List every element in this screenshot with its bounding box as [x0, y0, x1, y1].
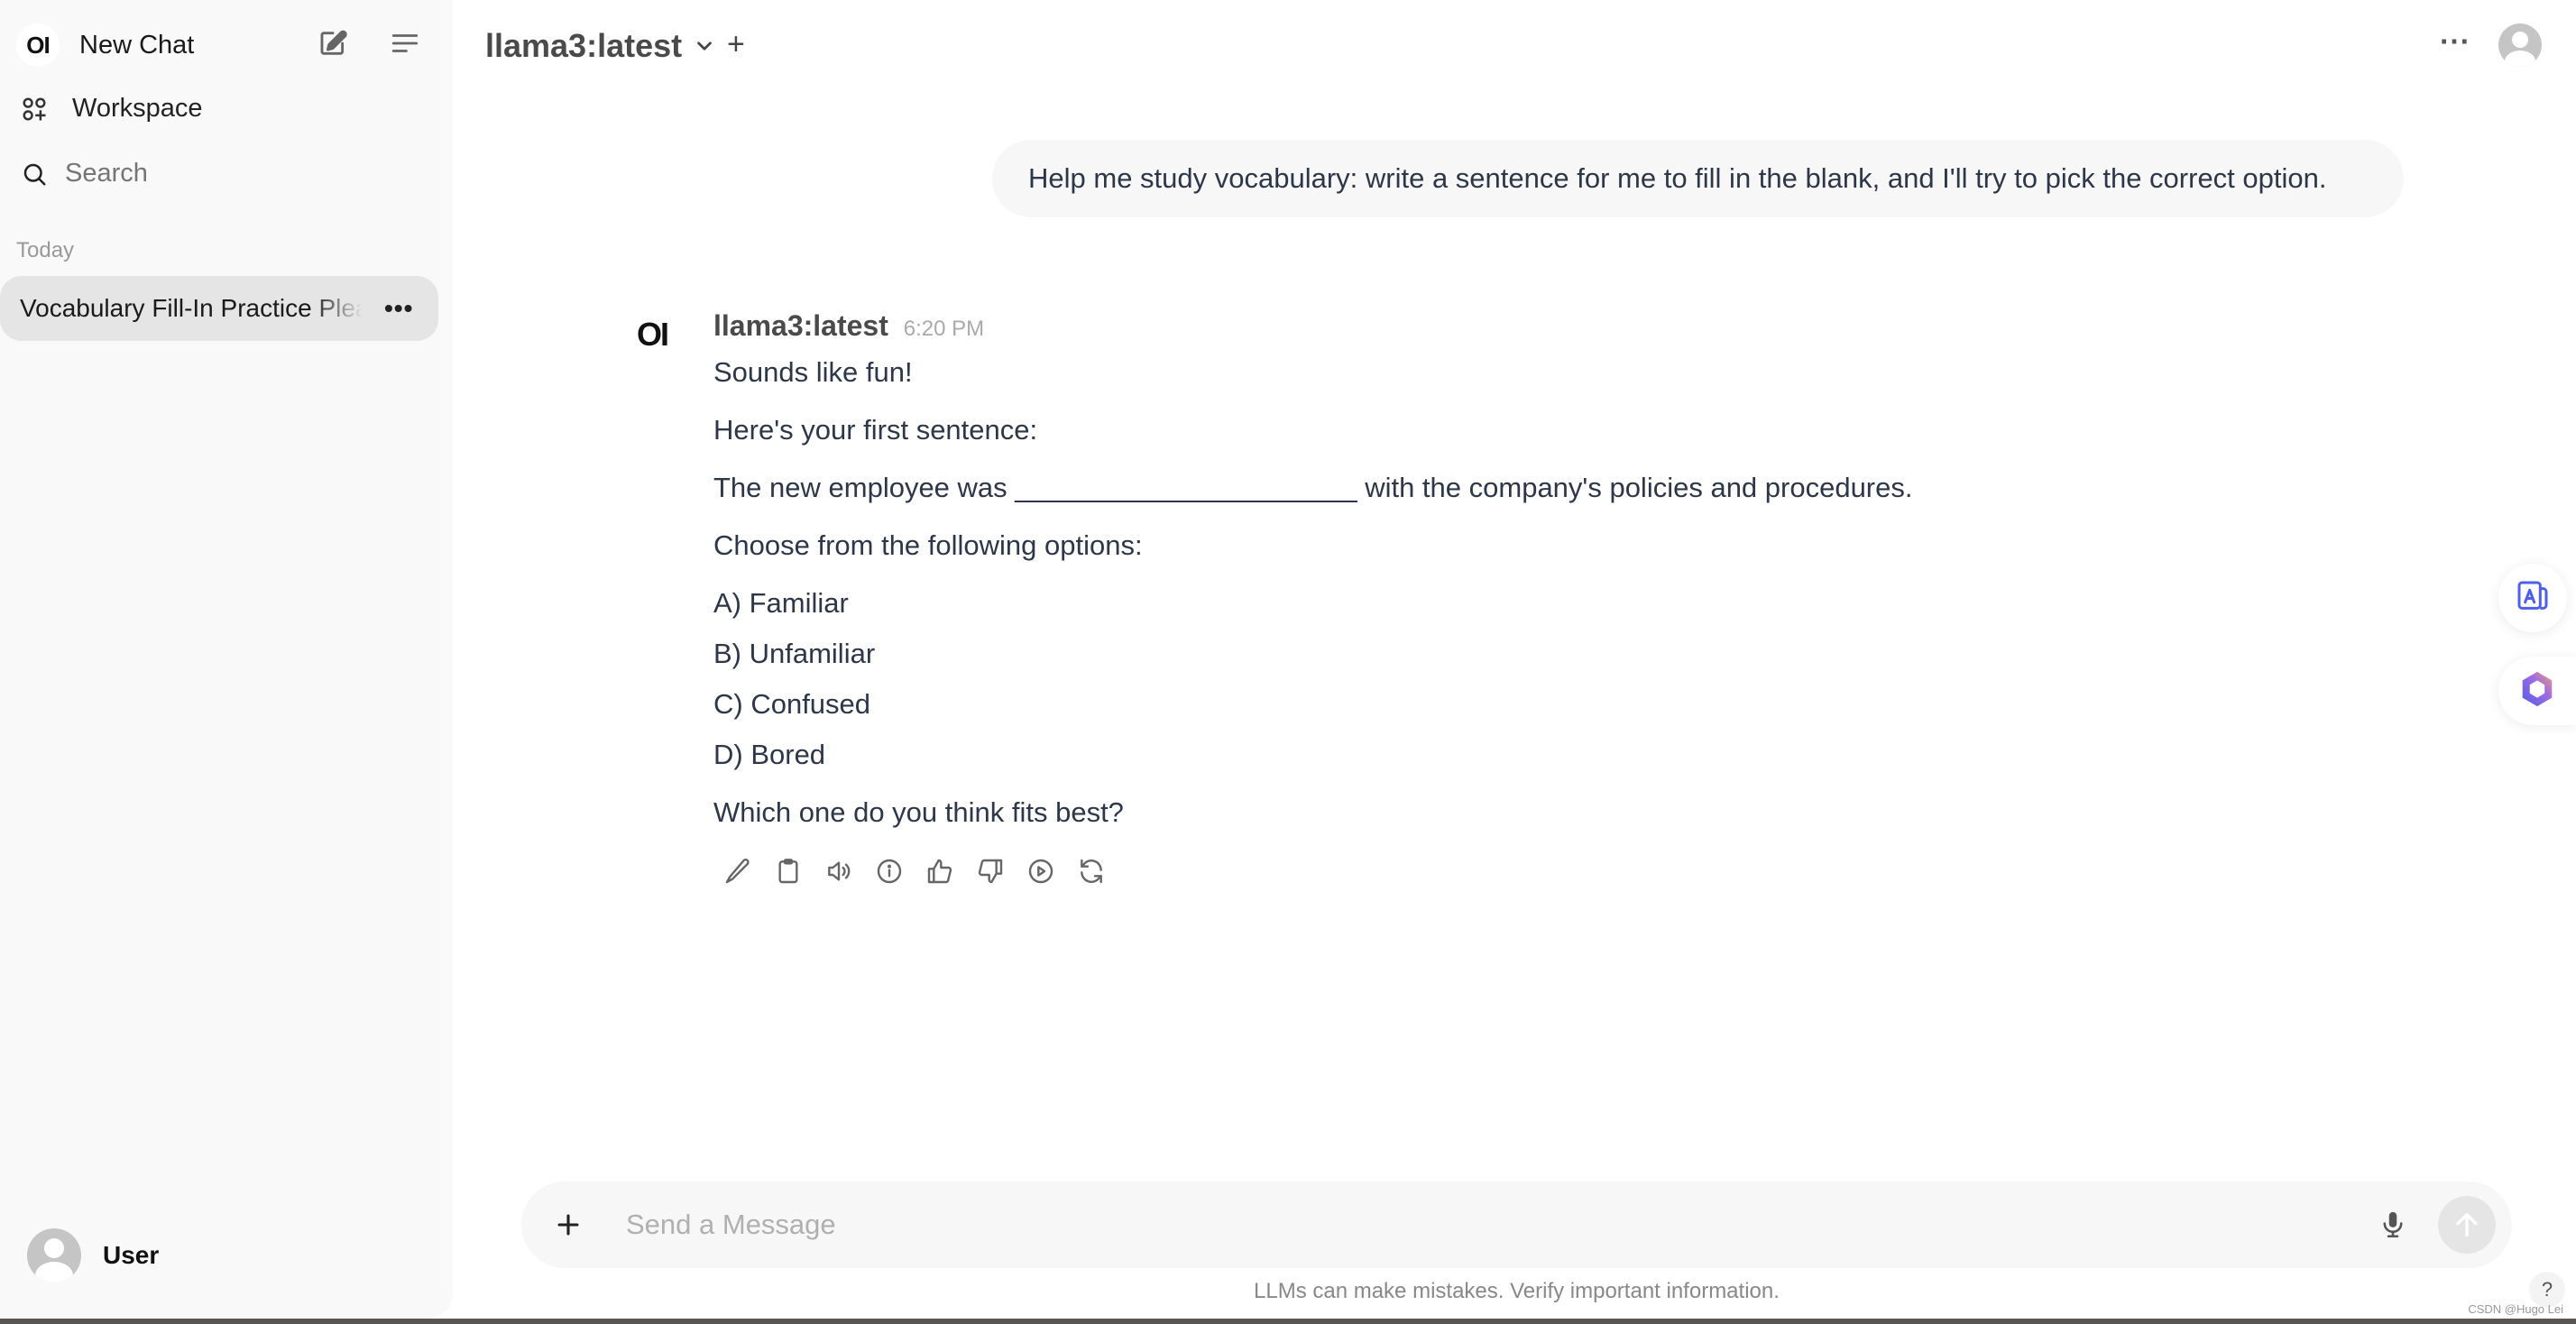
user-name: User [103, 1241, 160, 1269]
message-line: Which one do you think fits best? [713, 796, 1124, 828]
send-button[interactable] [2438, 1196, 2496, 1254]
attach-plus-icon[interactable] [550, 1207, 586, 1243]
user-avatar [27, 1228, 81, 1283]
message-composer [521, 1181, 2512, 1268]
workspace-icon [20, 95, 49, 124]
message-input[interactable] [626, 1209, 2375, 1241]
thumbs-up-icon[interactable] [924, 855, 956, 887]
arrow-up-icon [2456, 1212, 2478, 1237]
new-chat-compose-icon[interactable] [317, 28, 348, 63]
assistant-widget-button[interactable] [2498, 657, 2576, 725]
option-item: C) Confused [713, 688, 871, 720]
new-chat-link[interactable]: New Chat [79, 31, 194, 60]
app-window: OI New Chat Workspace Today [0, 0, 2576, 1324]
sidebar-item-workspace[interactable]: Workspace [20, 94, 203, 124]
search-input[interactable] [65, 159, 408, 188]
avatar [2498, 23, 2542, 67]
message-line: Sounds like fun! [713, 356, 913, 388]
more-options-icon[interactable]: ⋯ [2439, 23, 2471, 60]
message-line: Here's your first sentence: [713, 414, 1038, 446]
copy-icon[interactable] [772, 855, 805, 887]
chat-options-icon[interactable]: ••• [384, 294, 413, 323]
sidebar-header: OI New Chat [16, 20, 437, 70]
option-item: D) Bored [713, 739, 826, 770]
assistant-logo: OI [637, 316, 669, 353]
option-item: B) Unfamiliar [713, 638, 876, 669]
chat-title: Vocabulary Fill-In Practice Please [20, 294, 363, 322]
fill-in-sentence: The new employee was ___________________… [713, 472, 1913, 503]
workspace-label: Workspace [72, 94, 203, 123]
user-menu[interactable]: User [27, 1228, 159, 1283]
sidebar-search[interactable] [20, 159, 408, 188]
edit-icon[interactable] [722, 855, 754, 887]
option-item: A) Familiar [713, 587, 849, 619]
assistant-name: llama3:latest [713, 309, 888, 342]
chat-list-item[interactable]: Vocabulary Fill-In Practice Please ••• [0, 276, 438, 341]
message-line: Choose from the following options: [713, 529, 1143, 561]
user-message-text: Help me study vocabulary: write a senten… [1028, 162, 2327, 194]
chevron-down-icon[interactable] [693, 34, 716, 62]
chat-header: llama3:latest + ⋯ [453, 0, 2576, 90]
message-timestamp: 6:20 PM [903, 317, 985, 341]
hexagon-logo-icon [2516, 668, 2558, 714]
assistant-header: llama3:latest 6:20 PM [713, 309, 984, 343]
app-logo[interactable]: OI [16, 23, 60, 67]
search-icon [20, 160, 49, 188]
message-actions [722, 855, 1108, 887]
chat-group-label: Today [16, 238, 75, 262]
read-aloud-icon[interactable] [823, 855, 855, 887]
model-selector[interactable]: llama3:latest [485, 27, 682, 65]
regenerate-icon[interactable] [1075, 855, 1108, 887]
info-icon[interactable] [873, 855, 906, 887]
sidebar-toggle-icon[interactable] [390, 28, 420, 63]
sidebar: OI New Chat Workspace Today [0, 0, 453, 1319]
continue-icon[interactable] [1025, 855, 1057, 887]
header-user-avatar[interactable] [2498, 23, 2542, 67]
user-message-bubble: Help me study vocabulary: write a senten… [992, 140, 2404, 217]
translate-icon [2515, 578, 2551, 619]
taskbar-strip [0, 1319, 2576, 1324]
assistant-message-body: Sounds like fun! Here's your first sente… [713, 354, 1913, 845]
add-model-button[interactable]: + [727, 27, 745, 62]
translate-widget-button[interactable] [2498, 564, 2567, 632]
thumbs-down-icon[interactable] [974, 855, 1007, 887]
disclaimer-text: LLMs can make mistakes. Verify important… [1254, 1279, 1780, 1303]
watermark: CSDN @Hugo Lei [2468, 1302, 2563, 1316]
microphone-icon[interactable] [2375, 1207, 2411, 1243]
